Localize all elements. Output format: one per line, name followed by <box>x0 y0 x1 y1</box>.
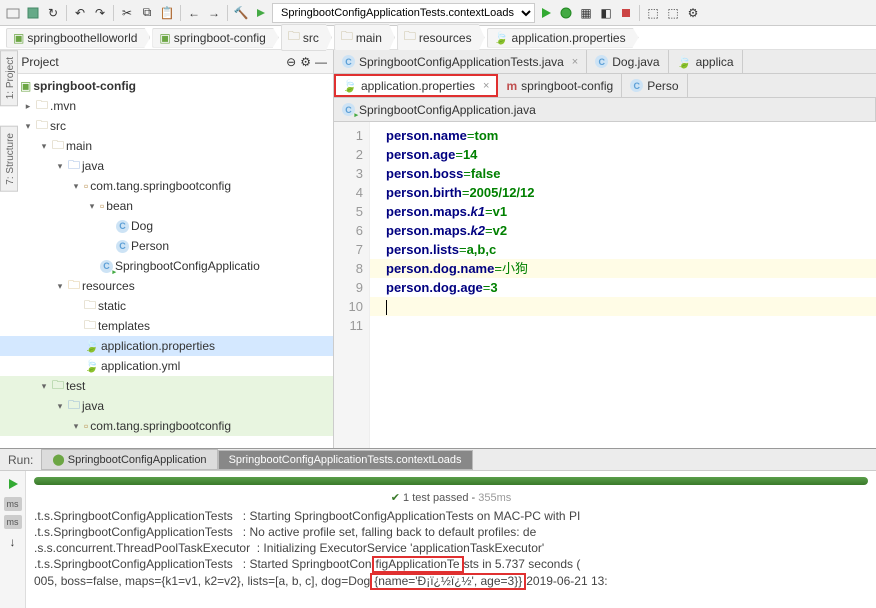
breadcrumb-item[interactable]: 🍃 application.properties <box>487 28 639 48</box>
settings-icon[interactable]: ⚙ <box>684 4 702 22</box>
tree-item[interactable]: ▾🗀 main <box>0 136 333 156</box>
project-header[interactable]: ▤Project ⊖ ⚙ — <box>0 50 333 74</box>
close-icon[interactable]: × <box>483 80 489 92</box>
breadcrumb: ▣ springboothelloworld▣ springboot-confi… <box>0 26 876 50</box>
breadcrumb-item[interactable]: ▣ springboot-config <box>152 28 278 48</box>
console-line: .t.s.SpringbootConfigApplicationTests : … <box>34 524 868 540</box>
open-icon[interactable] <box>4 4 22 22</box>
profile-icon[interactable]: ◧ <box>597 4 615 22</box>
console-line: .t.s.SpringbootConfigApplicationTests : … <box>34 508 868 524</box>
cut-icon[interactable]: ✂ <box>118 4 136 22</box>
sync-icon[interactable]: ↻ <box>44 4 62 22</box>
console-line: 005, boss=false, maps={k1=v1, k2=v2}, li… <box>34 573 868 590</box>
tree-item[interactable]: ▾▫ bean <box>0 196 333 216</box>
editor-tab[interactable]: 🍃 application.properties× <box>334 74 498 97</box>
run-tab-1[interactable]: ⬤ SpringbootConfigApplication <box>41 449 217 470</box>
editor-tab[interactable]: C Dog.java <box>587 50 668 73</box>
main-toolbar: ↻ ↶ ↷ ✂ ⧉ 📋 ← → 🔨 SpringbootConfigApplic… <box>0 0 876 26</box>
back-icon[interactable]: ← <box>185 4 203 22</box>
tree-item[interactable]: C Dog <box>0 216 333 236</box>
console-line: .s.s.concurrent.ThreadPoolTaskExecutor :… <box>34 540 868 556</box>
editor-tab[interactable]: C SpringbootConfigApplicationTests.java× <box>334 50 587 73</box>
tree-item[interactable]: ▾▫ com.tang.springbootconfig <box>0 416 333 436</box>
editor-tab[interactable]: C Perso <box>622 74 687 97</box>
run-tool-window: Run: ⬤ SpringbootConfigApplication Sprin… <box>0 448 876 608</box>
gear-icon[interactable]: ⚙ <box>300 55 311 69</box>
editor-area: C SpringbootConfigApplicationTests.java×… <box>334 50 876 448</box>
run-tabs: Run: ⬤ SpringbootConfigApplication Sprin… <box>0 449 876 471</box>
tree-item[interactable]: 🍃 application.properties <box>0 336 333 356</box>
tree-item[interactable]: ▾🗀 src <box>0 116 333 136</box>
hide-icon[interactable]: — <box>315 55 327 69</box>
project-tool-window: ▤Project ⊖ ⚙ — ▾▣ springboot-config▸🗀 .m… <box>0 50 334 448</box>
gutter: 1234567891011 <box>334 122 370 448</box>
breadcrumb-item[interactable]: ▣ springboothelloworld <box>6 28 150 48</box>
structure-side-tab[interactable]: 7: Structure <box>0 126 18 192</box>
tree-item[interactable]: 🍃 application.yml <box>0 356 333 376</box>
run-label: Run: <box>0 453 41 467</box>
tree-item[interactable]: C Person <box>0 236 333 256</box>
paste-icon[interactable]: 📋 <box>158 4 176 22</box>
ms-badge-icon: ms <box>4 515 22 529</box>
run-dropdown-icon[interactable] <box>252 4 270 22</box>
console-line: .t.s.SpringbootConfigApplicationTests : … <box>34 556 868 573</box>
scroll-icon[interactable]: ↓ <box>4 533 22 551</box>
forward-icon[interactable]: → <box>205 4 223 22</box>
editor-tabs-row-1: C SpringbootConfigApplicationTests.java×… <box>334 50 876 74</box>
maven-icon[interactable]: ⬚ <box>664 4 682 22</box>
project-tree[interactable]: ▾▣ springboot-config▸🗀 .mvn▾🗀 src▾🗀 main… <box>0 74 333 448</box>
run-tab-2[interactable]: SpringbootConfigApplicationTests.context… <box>218 450 473 470</box>
code-editor[interactable]: 1234567891011 person.name=tomperson.age=… <box>334 122 876 448</box>
undo-icon[interactable]: ↶ <box>71 4 89 22</box>
code-lines[interactable]: person.name=tomperson.age=14person.boss=… <box>370 122 876 448</box>
rerun-icon[interactable] <box>4 475 22 493</box>
tree-item[interactable]: C▸ SpringbootConfigApplicatio <box>0 256 333 276</box>
tree-item[interactable]: 🗀 static <box>0 296 333 316</box>
breadcrumb-item[interactable]: 🗀 resources <box>397 24 485 51</box>
vcs-icon[interactable]: ⬚ <box>644 4 662 22</box>
editor-tabs-row-2: 🍃 application.properties×m springboot-co… <box>334 74 876 98</box>
ms-badge-icon: ms <box>4 497 22 511</box>
redo-icon[interactable]: ↷ <box>91 4 109 22</box>
test-status: ✔ 1 test passed - 355ms <box>34 491 868 504</box>
tree-item[interactable]: ▾🗀 test <box>0 376 333 396</box>
tree-item[interactable]: ▾🗀 java <box>0 156 333 176</box>
breadcrumb-item[interactable]: 🗀 src <box>281 24 332 51</box>
coverage-icon[interactable]: ▦ <box>577 4 595 22</box>
run-output[interactable]: ✔ 1 test passed - 355ms .t.s.SpringbootC… <box>26 471 876 608</box>
close-icon[interactable]: × <box>572 56 578 68</box>
editor-tab[interactable]: m springboot-config <box>498 74 622 97</box>
save-icon[interactable] <box>24 4 42 22</box>
test-progress-bar <box>34 477 868 485</box>
tree-item[interactable]: ▾🗀 java <box>0 396 333 416</box>
editor-tab[interactable]: 🍃 applica <box>669 50 743 73</box>
editor-tabs-row-3: C▸ SpringbootConfigApplication.java <box>334 98 876 122</box>
project-side-tab[interactable]: 1: Project <box>0 50 18 106</box>
run-config-select[interactable]: SpringbootConfigApplicationTests.context… <box>272 3 535 23</box>
run-sidebar: ms ms ↓ <box>0 471 26 608</box>
tree-item[interactable]: ▾🗀 resources <box>0 276 333 296</box>
breadcrumb-item[interactable]: 🗀 main <box>334 24 395 51</box>
tree-item[interactable]: 🗀 templates <box>0 316 333 336</box>
tree-item[interactable]: ▸🗀 .mvn <box>0 96 333 116</box>
tree-item[interactable]: ▾▣ springboot-config <box>0 76 333 96</box>
stop-icon[interactable] <box>617 4 635 22</box>
run-icon[interactable] <box>537 4 555 22</box>
project-header-label: Project <box>21 55 58 69</box>
tree-item[interactable]: ▾▫ com.tang.springbootconfig <box>0 176 333 196</box>
build-icon[interactable]: 🔨 <box>232 4 250 22</box>
copy-icon[interactable]: ⧉ <box>138 4 156 22</box>
editor-tab[interactable]: C▸ SpringbootConfigApplication.java <box>334 98 876 121</box>
debug-icon[interactable] <box>557 4 575 22</box>
collapse-icon[interactable]: ⊖ <box>286 55 296 69</box>
